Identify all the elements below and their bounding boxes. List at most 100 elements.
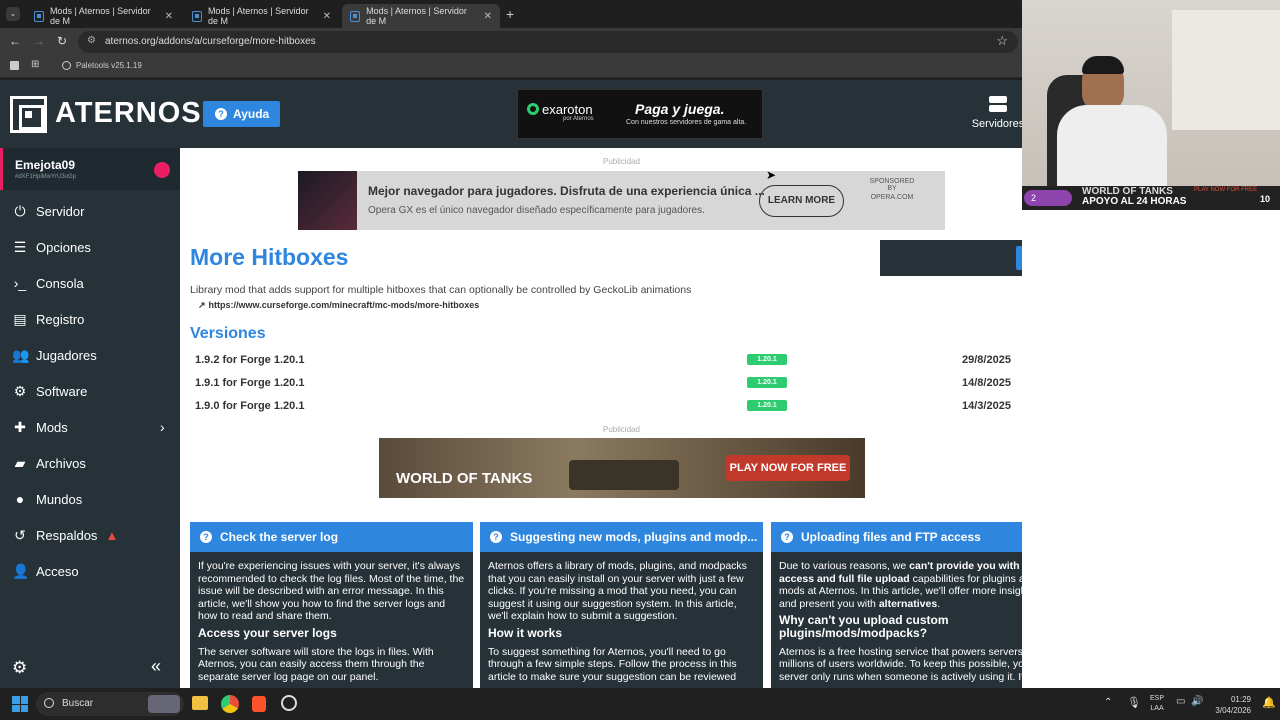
ad-subtitle: Con nuestros servidores de gama alta. [626,119,747,126]
browser-tab-2[interactable]: Mods | Aternos | Servidor de M ✕ [184,4,339,28]
aternos-favicon-icon [350,10,361,22]
mouse-cursor-icon: ➤ [766,168,777,182]
learn-more-button[interactable]: LEARN MORE [759,185,844,217]
curseforge-link[interactable]: ↗ https://www.curseforge.com/minecraft/m… [198,300,479,311]
url-text: aternos.org/addons/a/curseforge/more-hit… [105,36,316,47]
sidebar-item-software[interactable]: ⚙ Software [0,373,180,409]
opera-ad-headline: Mejor navegador para jugadores. Disfruta… [368,184,765,198]
aternos-logo-icon[interactable] [10,96,47,133]
mc-version-badge: 1.20.1 [747,354,787,365]
language-indicator[interactable]: ESP LAA [1150,694,1164,714]
sidebar-item-opciones[interactable]: ☰ Opciones [0,229,180,265]
terminal-icon: ›_ [13,275,27,291]
microphone-icon[interactable]: 🎙 [1127,696,1141,709]
history-icon: ↺ [14,526,26,543]
version-date: 29/8/2025 [962,354,1011,366]
windows-taskbar: Buscar ⌃ 🎙 ESP LAA ▭ 🔊 01:29 3/04/2026 🔔 [0,688,1280,720]
close-tab-icon[interactable]: ✕ [323,11,331,22]
tab-title: Mods | Aternos | Servidor de M [49,6,151,26]
windows-start-icon[interactable] [12,696,28,712]
lang-secondary: LAA [1150,705,1164,712]
aternos-favicon-icon [192,10,202,22]
ad-label: Publicidad [603,157,640,166]
servers-link[interactable]: Servidores [968,96,1028,130]
exaroton-ad-banner[interactable]: exaroton por Aternos Paga y juega. Con n… [517,89,763,139]
play-now-button[interactable]: PLAY NOW FOR FREE [726,455,850,481]
card-title: Uploading files and FTP access [801,530,981,544]
browser-tab-1[interactable]: Mods | Aternos | Servidor de M ✕ [26,4,181,28]
user-panel[interactable]: Emejota09 #dXF1HpiMwYrU3uGp [0,148,180,190]
sidebar-item-respaldos[interactable]: ↺ Respaldos ▲ [0,517,180,553]
help-card-server-log[interactable]: ? Check the server log If you're experien… [190,522,473,688]
network-icon[interactable]: ▭ [1176,696,1185,707]
file-explorer-icon[interactable] [192,696,208,710]
lang-primary: ESP [1150,695,1165,702]
volume-icon[interactable]: 🔊 [1191,696,1203,707]
taskbar-search[interactable]: Buscar [36,692,184,716]
sponsor-line-2: OPERA.COM [870,194,914,201]
user-id: #dXF1HpiMwYrU3uGp [15,174,77,180]
question-icon: ? [781,531,793,543]
external-link-icon: ↗ [198,300,206,310]
site-info-icon[interactable]: ⚙ [87,35,96,46]
bookmark-paletools[interactable]: Paletools v25.1.19 [76,61,142,70]
sidebar-item-jugadores[interactable]: 👥 Jugadores [0,337,180,373]
logout-icon[interactable] [154,162,170,178]
puzzle-icon: ✚ [14,418,26,435]
sidebar-item-label: Acceso [36,563,79,579]
apps-grid-icon[interactable]: ⊞ [31,59,39,70]
sidebar-item-mods[interactable]: ✚ Mods › [0,409,180,445]
browser-tab-3-active[interactable]: Mods | Aternos | Servidor de M ✕ [342,4,500,28]
search-placeholder: Buscar [62,698,94,709]
servers-label: Servidores [971,118,1025,130]
version-row: 1.9.0 for Forge 1.20.1 1.20.1 14/3/2025 … [190,395,1048,417]
username: Emejota09 [15,158,76,172]
tray-chevron-icon[interactable]: ⌃ [1104,697,1112,708]
brave-icon[interactable] [252,696,266,712]
sliders-icon: ☰ [13,238,27,255]
card-text: Aternos is a free hosting service that p… [779,645,1041,683]
url-field[interactable]: ⚙ aternos.org/addons/a/curseforge/more-h… [78,31,1018,53]
collapse-sidebar-icon[interactable]: « [151,656,161,677]
sidebar-item-consola[interactable]: ›_ Consola [0,265,180,301]
tab-list-icon[interactable]: ⌄ [6,7,20,21]
help-button[interactable]: ? Ayuda [203,101,280,127]
person-hair-image [1082,56,1124,74]
card-text: Aternos offers a library of mods, plugin… [488,560,747,623]
sidebar-item-servidor[interactable]: ⏻ Servidor [0,193,180,229]
close-tab-icon[interactable]: ✕ [484,11,492,22]
chevron-right-icon: › [160,419,165,435]
address-bar-row: ← → ↻ ⚙ aternos.org/addons/a/curseforge/… [0,28,1022,56]
notification-icon[interactable]: 🔔 [1262,696,1276,709]
clock[interactable]: 01:29 3/04/2026 [1211,694,1251,716]
forward-icon[interactable]: → [33,34,45,48]
bookmark-star-icon[interactable]: ☆ [996,33,1008,49]
new-tab-icon[interactable]: + [506,6,514,22]
help-card-ftp-access[interactable]: ? Uploading files and FTP access Due to v… [771,522,1054,688]
bookmarks-bar: ⊞ Paletools v25.1.19 [0,56,1022,78]
sponsor-line-1: SPONSORED BY [869,178,915,192]
sponsor-text: SPONSORED BY OPERA.COM [865,178,919,201]
back-icon[interactable]: ← [9,34,21,48]
sidebar-item-archivos[interactable]: ▰ Archivos [0,445,180,481]
sidebar-item-registro[interactable]: ▤ Registro [0,301,180,337]
sidebar-toggle-icon[interactable] [10,61,19,70]
reload-icon[interactable]: ↻ [57,34,67,48]
sidebar-item-mundos[interactable]: ● Mundos [0,481,180,517]
close-tab-icon[interactable]: ✕ [165,11,173,22]
link-text: https://www.curseforge.com/minecraft/mc-… [208,300,480,310]
version-date: 14/8/2025 [962,377,1011,389]
chrome-icon[interactable] [221,695,239,713]
search-highlight-image [148,695,180,713]
sidebar-item-acceso[interactable]: 👤 Acceso [0,553,180,589]
ad-brand-sub: por Aternos [563,116,594,122]
site-logo-text[interactable]: ATERNOS [55,97,202,130]
settings-gear-icon[interactable]: ⚙ [12,658,27,678]
help-card-suggesting-mods[interactable]: ? Suggesting new mods, plugins and modp..… [480,522,763,688]
sidebar-item-label: Respaldos [36,527,98,543]
cogs-icon: ⚙ [13,382,27,399]
sidebar-item-label: Opciones [36,239,91,255]
app-icon[interactable] [281,695,297,711]
world-of-tanks-ad-banner[interactable]: WORLD OF TANKS PLAY NOW FOR FREE [379,438,865,498]
opera-gx-ad-banner[interactable]: Mejor navegador para jugadores. Disfruta… [298,171,945,230]
